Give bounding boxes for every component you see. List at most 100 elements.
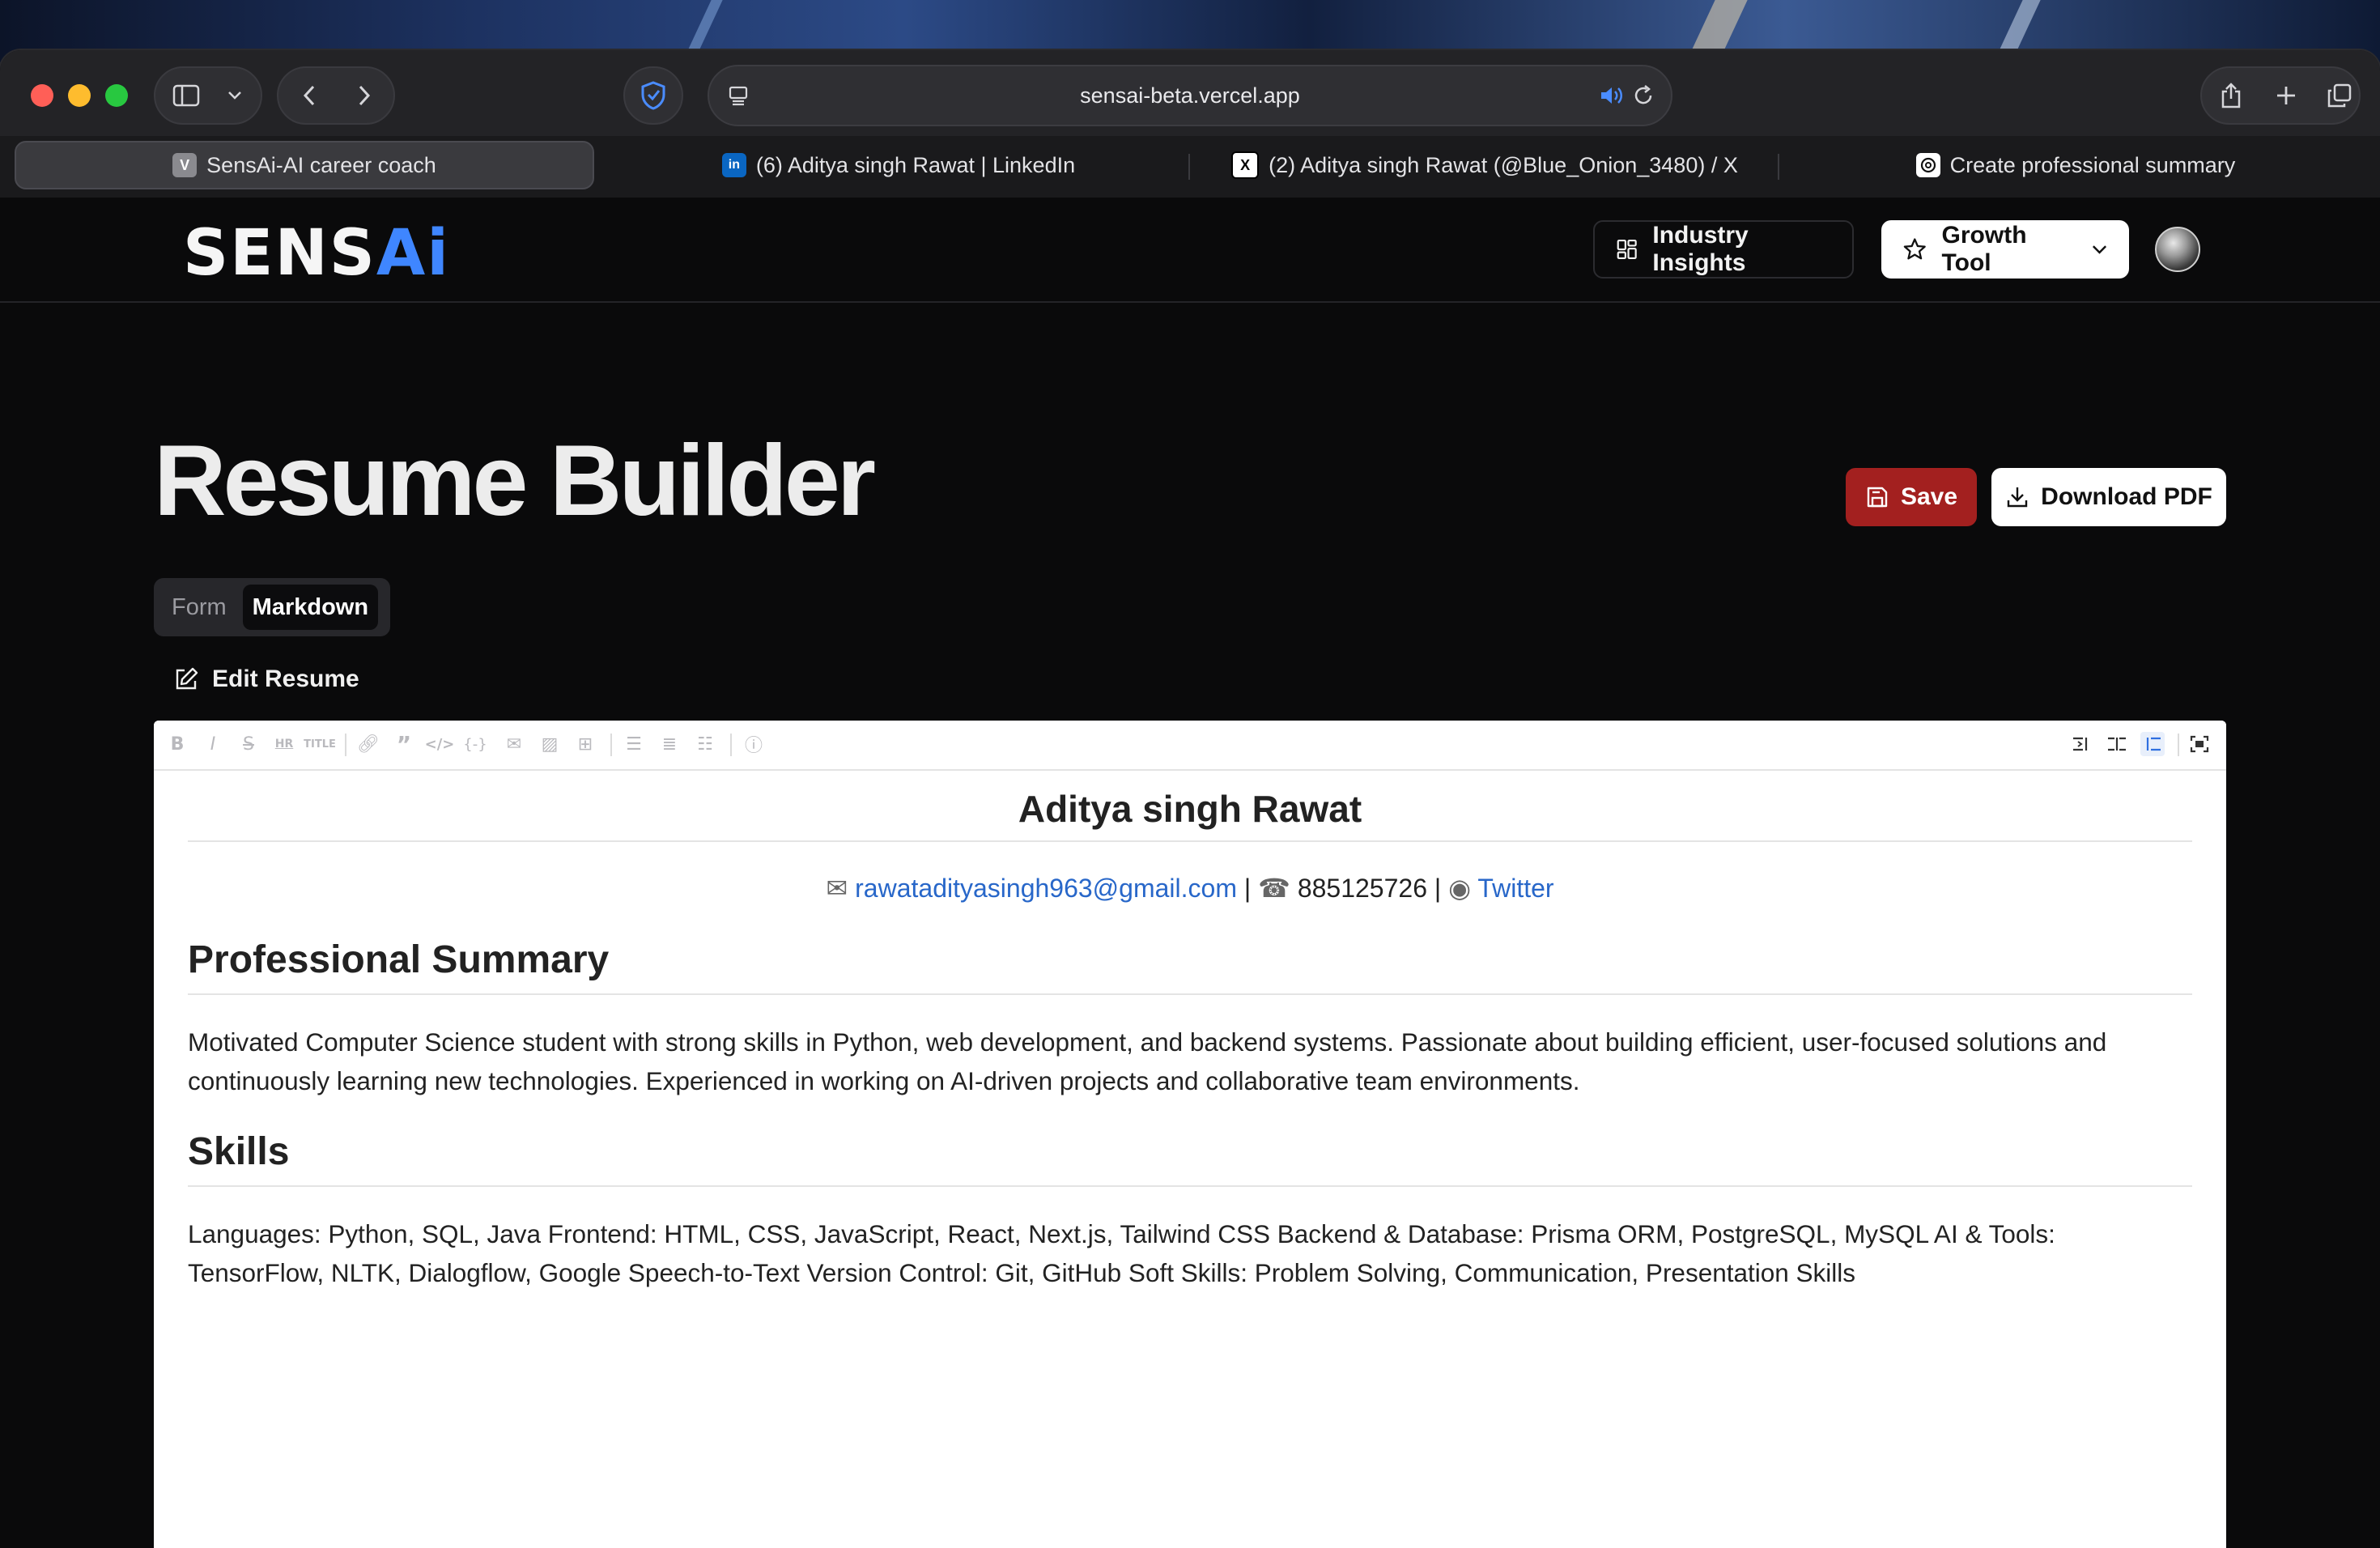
resume-contact-line: ✉ rawatadityasingh963@gmail.com | ☎ 8851… — [188, 873, 2192, 908]
tab-overview-icon[interactable] — [2323, 79, 2356, 112]
page-title: Resume Builder — [154, 425, 876, 537]
twitter-link[interactable]: Twitter — [1477, 874, 1553, 903]
help-icon[interactable]: ⓘ — [742, 732, 766, 756]
table-icon[interactable]: ⊞ — [573, 732, 597, 756]
tab-label: (2) Aditya singh Rawat (@Blue_Onion_3480… — [1269, 152, 1738, 177]
tab-sensai[interactable]: V SensAi-AI career coach — [15, 141, 594, 189]
image-icon[interactable]: ▨ — [538, 732, 562, 756]
toolbar-separator — [610, 734, 612, 756]
email-link[interactable]: rawatadityasingh963@gmail.com — [855, 874, 1237, 903]
toolbar-separator — [2178, 734, 2179, 756]
address-bar[interactable]: sensai-beta.vercel.app — [708, 65, 1672, 126]
hr-icon[interactable]: HR — [272, 732, 296, 756]
navigation-group — [277, 66, 395, 125]
tab-chatgpt[interactable]: Create professional summary — [1786, 141, 2365, 189]
forward-icon[interactable] — [348, 79, 380, 112]
growth-tool-label: Growth Tool — [1941, 222, 2027, 276]
browser-toolbar: sensai-beta.vercel.app — [0, 50, 2380, 136]
mode-tabs: Form Markdown — [154, 578, 390, 636]
industry-insights-button[interactable]: Industry Insights — [1593, 220, 1854, 279]
bold-icon[interactable]: B — [165, 732, 189, 756]
tab-form[interactable]: Form — [162, 585, 236, 630]
sensai-logo[interactable]: SENSAi — [183, 217, 450, 290]
dashboard-icon — [1617, 239, 1637, 260]
checked-list-icon[interactable]: ☷ — [693, 732, 717, 756]
web-page: SENSAi Industry Insights Growth Tool Res… — [0, 198, 2380, 1548]
code-block-icon[interactable]: {-} — [463, 732, 487, 756]
url-text: sensai-beta.vercel.app — [1080, 83, 1300, 108]
tab-x[interactable]: X (2) Aditya singh Rawat (@Blue_Onion_34… — [1196, 141, 1773, 189]
skills-text: Languages: Python, SQL, Java Frontend: H… — [188, 1219, 2055, 1287]
tab-markdown[interactable]: Markdown — [242, 585, 379, 630]
title-icon[interactable]: TITLE — [304, 732, 336, 756]
privacy-shield-button[interactable] — [623, 66, 683, 125]
speaker-icon[interactable] — [1596, 81, 1626, 110]
tab-linkedin[interactable]: in (6) Aditya singh Rawat | LinkedIn — [615, 141, 1182, 189]
comment-icon[interactable]: ✉ — [502, 732, 526, 756]
italic-icon[interactable]: I — [201, 732, 225, 756]
summary-text: Motivated Computer Science student with … — [188, 1027, 2107, 1095]
tab-label: Create professional summary — [1949, 152, 2236, 177]
ordered-list-icon[interactable]: ≣ — [657, 732, 682, 756]
user-avatar[interactable] — [2155, 227, 2200, 272]
bird-icon: ◉ — [1448, 873, 1471, 904]
chevron-down-icon — [2092, 245, 2107, 254]
industry-insights-label: Industry Insights — [1652, 222, 1749, 276]
code-icon[interactable]: </> — [425, 732, 455, 756]
link-icon[interactable]: 🔗︎ — [356, 732, 380, 756]
editor-toolbar: B I S HR TITLE 🔗︎ ” </> {-} ✉ ▨ ⊞ ☰ ≣ ☷ … — [154, 721, 2226, 771]
resume-name: Aditya singh Rawat — [188, 769, 2192, 842]
tab-label: SensAi-AI career coach — [206, 152, 436, 177]
email-icon: ✉ — [826, 873, 848, 904]
download-pdf-button[interactable]: Download PDF — [1991, 468, 2226, 526]
edit-resume-button[interactable]: Edit Resume — [173, 659, 359, 700]
edit-icon — [176, 667, 198, 690]
separator: | — [1243, 874, 1252, 903]
chevron-down-icon[interactable] — [219, 79, 251, 112]
new-tab-icon[interactable] — [2270, 79, 2302, 112]
fullscreen-icon[interactable] — [2187, 732, 2212, 756]
save-button[interactable]: Save — [1846, 468, 1977, 526]
save-label: Save — [1900, 483, 1958, 510]
growth-tool-button[interactable]: Growth Tool — [1881, 220, 2129, 279]
phone-icon: ☎ — [1258, 873, 1290, 904]
tab-separator — [1778, 154, 1779, 180]
strikethrough-icon[interactable]: S — [236, 732, 261, 756]
markdown-editor: B I S HR TITLE 🔗︎ ” </> {-} ✉ ▨ ⊞ ☰ ≣ ☷ … — [154, 721, 2226, 1548]
share-icon[interactable] — [2215, 79, 2247, 112]
zoom-window-button[interactable] — [105, 84, 128, 107]
logo-text: SENS — [183, 217, 376, 290]
sidebar-toggle-group — [154, 66, 262, 125]
window-actions-group — [2200, 66, 2361, 125]
tab-separator — [1188, 154, 1190, 180]
tab-label: (6) Aditya singh Rawat | LinkedIn — [755, 152, 1076, 177]
logo-accent-text: Ai — [376, 217, 451, 290]
star-icon — [1903, 238, 1926, 260]
skills-heading: Skills — [188, 1129, 2192, 1187]
resume-preview: Aditya singh Rawat ✉ rawatadityasingh963… — [188, 769, 2192, 1292]
tab-bar: V SensAi-AI career coach in (6) Aditya s… — [0, 136, 2380, 198]
reload-icon[interactable] — [1629, 81, 1658, 110]
site-header: SENSAi Industry Insights Growth Tool — [0, 198, 2380, 303]
browser-window: sensai-beta.vercel.app V SensAi-AI caree… — [0, 50, 2380, 1548]
x-favicon-icon: X — [1231, 151, 1260, 179]
download-icon — [2007, 487, 2028, 508]
live-mode-icon[interactable] — [2105, 732, 2129, 756]
quote-icon[interactable]: ” — [392, 731, 416, 758]
preview-mode-icon[interactable] — [2140, 732, 2165, 756]
download-pdf-label: Download PDF — [2041, 483, 2212, 510]
back-icon[interactable] — [293, 79, 325, 112]
summary-heading: Professional Summary — [188, 938, 2192, 995]
separator: | — [1434, 874, 1442, 903]
close-window-button[interactable] — [31, 84, 53, 107]
shield-icon — [637, 79, 669, 112]
edit-resume-label: Edit Resume — [212, 666, 359, 692]
minimize-window-button[interactable] — [68, 84, 91, 107]
edit-mode-icon[interactable] — [2069, 732, 2093, 756]
toolbar-separator — [345, 734, 346, 756]
toolbar-separator — [730, 734, 732, 756]
phone-number: 885125726 — [1297, 874, 1427, 903]
unordered-list-icon[interactable]: ☰ — [622, 732, 646, 756]
sidebar-icon[interactable] — [170, 79, 202, 112]
chatgpt-favicon-icon — [1915, 153, 1940, 177]
